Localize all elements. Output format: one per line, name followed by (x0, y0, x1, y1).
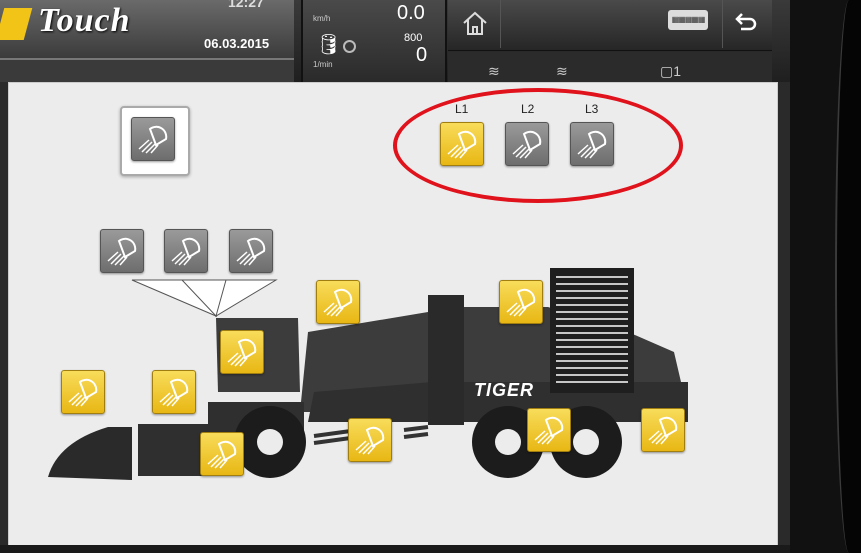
rpm-indicator-icon (343, 40, 356, 53)
roof-light-1-toggle[interactable] (100, 229, 144, 273)
work-light-icon (68, 378, 98, 407)
body-light-front-toggle[interactable] (316, 280, 360, 324)
date-display: 06.03.2015 (204, 36, 270, 51)
work-light-icon (506, 288, 536, 317)
topper-light-left-toggle[interactable] (61, 370, 105, 414)
status-strip-left (0, 60, 294, 82)
clock: 12:27 (228, 0, 264, 10)
rpm-max: 800 (404, 32, 423, 44)
speed-value: 0.0 (397, 2, 425, 24)
work-light-icon (323, 288, 353, 317)
roof-light-3-toggle[interactable] (229, 229, 273, 273)
rpm-value: 0 (416, 44, 428, 66)
work-light-icon (107, 237, 137, 266)
work-light-icon (171, 237, 201, 266)
device-edge (835, 0, 861, 553)
cab-light-toggle[interactable] (220, 330, 264, 374)
bottom-toolbar (0, 545, 790, 553)
work-light-icon (159, 378, 189, 407)
keyboard-button[interactable]: ▦▦▦▦▦ (668, 10, 708, 30)
highlight-ring (393, 88, 683, 203)
engine-icon: 🛢︎ (316, 34, 342, 56)
counter-icon: ▢1 (660, 63, 682, 79)
work-light-icon (227, 338, 257, 367)
back-button[interactable] (722, 0, 769, 48)
machine-brand: TIGER (474, 380, 535, 400)
home-icon (463, 11, 487, 35)
front-axle-light-toggle[interactable] (200, 432, 244, 476)
work-light-icon (534, 416, 564, 445)
app-logo: Touch (38, 2, 131, 39)
back-arrow-icon (735, 13, 757, 31)
topper-light-right-toggle[interactable] (152, 370, 196, 414)
work-light-icon (648, 416, 678, 445)
keyboard-icon: ▦▦▦▦▦ (671, 15, 706, 24)
work-light-icon (236, 237, 266, 266)
work-light-icon (355, 426, 385, 455)
work-light-icon (138, 125, 168, 154)
rear-axle-light-toggle[interactable] (527, 408, 571, 452)
work-light-icon (207, 440, 237, 469)
home-button[interactable] (450, 0, 501, 48)
rpm-unit: 1/min (313, 60, 333, 69)
work-mode-icon: ≋ (488, 63, 500, 79)
tail-light-toggle[interactable] (641, 408, 685, 452)
middle-axle-light-toggle[interactable] (348, 418, 392, 462)
body-light-rear-toggle[interactable] (499, 280, 543, 324)
master-light-toggle[interactable] (131, 117, 175, 161)
speed-unit: km/h (313, 14, 331, 23)
roof-light-2-toggle[interactable] (164, 229, 208, 273)
work-mode-icon: ≋ (556, 63, 568, 79)
